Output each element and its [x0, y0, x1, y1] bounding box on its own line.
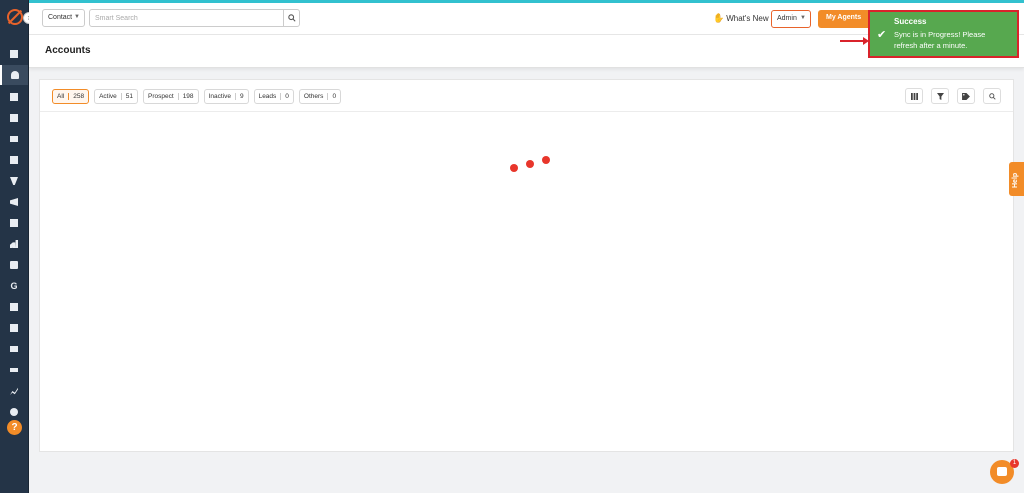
sidebar-item-notes[interactable] — [0, 213, 28, 233]
search-button[interactable] — [283, 9, 300, 27]
chevron-down-icon: ▼ — [800, 15, 806, 21]
toast-message: Sync is in Progress! Please refresh afte… — [894, 30, 986, 50]
sidebar-item-folders[interactable] — [0, 255, 28, 275]
tag-icon — [962, 92, 970, 100]
help-tab-label: Help — [1012, 172, 1019, 188]
status-filters: All 258 Active 51 Prospect 198 Inactive … — [52, 89, 342, 104]
google-icon: G — [10, 281, 18, 291]
funnel-icon — [936, 92, 944, 100]
filter-leads[interactable]: Leads 0 — [253, 89, 294, 104]
help-icon[interactable]: ? — [7, 420, 22, 435]
columns-button[interactable] — [905, 88, 923, 104]
whats-new-label: What's New — [726, 14, 769, 23]
sidebar-item-reports[interactable] — [0, 234, 28, 254]
chat-icon — [997, 467, 1007, 476]
sidebar-item-trends[interactable] — [0, 381, 28, 401]
sidebar-item-dashboard[interactable] — [0, 44, 28, 64]
columns-icon — [910, 92, 918, 100]
list-icon — [10, 136, 18, 142]
filter-prospect[interactable]: Prospect 198 — [143, 89, 199, 104]
sidebar-item-calendar[interactable] — [0, 318, 28, 338]
checkmark-icon: ✔ — [877, 29, 887, 41]
my-agents-label: My Agents — [826, 14, 862, 21]
filter-button[interactable] — [931, 88, 949, 104]
filter-label: Others — [303, 93, 324, 100]
search-type-value: Contact — [48, 14, 73, 21]
filter-others[interactable]: Others 0 — [298, 89, 342, 104]
filter-count: 9 — [234, 93, 248, 100]
role-select[interactable]: Admin ▼ — [771, 10, 811, 28]
search-icon — [287, 14, 296, 22]
dashboard-icon — [10, 50, 18, 58]
contact-card-icon — [10, 156, 18, 164]
sidebar-item-campaigns[interactable] — [0, 192, 28, 212]
sidebar-item-funnel[interactable] — [0, 171, 28, 191]
filter-all[interactable]: All 258 — [52, 89, 90, 104]
contacts-icon — [11, 71, 19, 79]
chart-bars-icon — [10, 240, 18, 248]
sidebar-item-google[interactable]: G — [0, 276, 28, 296]
sidebar-item-deals[interactable] — [0, 360, 28, 380]
spinner-dot — [542, 156, 550, 164]
filter-count: 51 — [120, 93, 137, 100]
megaphone-icon — [10, 198, 18, 206]
filter-active[interactable]: Active 51 — [94, 89, 139, 104]
filter-count: 258 — [68, 93, 88, 100]
search-icon — [988, 92, 996, 100]
trend-icon — [10, 387, 18, 395]
filter-label: All — [57, 93, 65, 100]
sidebar-item-mail[interactable] — [0, 339, 28, 359]
notes-icon — [10, 219, 18, 227]
sidebar-item-documents[interactable] — [0, 87, 28, 107]
sidebar-item-settings[interactable] — [0, 402, 28, 422]
spinner-dot — [510, 164, 518, 172]
sidebar: G ? — [0, 0, 29, 493]
filter-label: Inactive — [208, 93, 231, 100]
page-title: Accounts — [45, 45, 91, 56]
mail-icon — [10, 346, 18, 352]
bank-icon — [10, 114, 18, 122]
calendar-icon — [10, 324, 18, 332]
sidebar-item-contact-card[interactable] — [0, 150, 28, 170]
role-value: Admin — [777, 15, 797, 22]
chat-badge: 1 — [1010, 459, 1019, 468]
filter-inactive[interactable]: Inactive 9 — [203, 89, 249, 104]
filter-count: 0 — [280, 93, 293, 100]
filter-bar: All 258 Active 51 Prospect 198 Inactive … — [40, 80, 1013, 112]
sidebar-item-bank[interactable] — [0, 108, 28, 128]
hand-wave-icon: ✋ — [713, 13, 725, 23]
handshake-icon — [10, 368, 18, 372]
gear-icon — [10, 408, 18, 416]
sidebar-item-list[interactable] — [0, 129, 28, 149]
filter-count: 198 — [177, 93, 198, 100]
table-search-button[interactable] — [983, 88, 1001, 104]
search-type-select[interactable]: Contact ▼ — [42, 9, 85, 27]
toolbar — [905, 88, 1001, 104]
filter-label: Active — [99, 93, 117, 100]
chevron-down-icon: ▼ — [74, 14, 80, 20]
whats-new-link[interactable]: ✋ What's New — [713, 13, 769, 24]
funnel-icon — [10, 177, 18, 185]
smart-search-input[interactable] — [89, 9, 285, 27]
annotation-arrow — [840, 37, 869, 45]
success-toast[interactable]: ✔ Success Sync is in Progress! Please re… — [868, 10, 1019, 58]
calendar-grid-icon — [10, 303, 18, 311]
documents-icon — [10, 93, 18, 101]
toast-title: Success — [894, 17, 927, 26]
help-tab[interactable]: Help — [1009, 162, 1024, 196]
sidebar-item-calendar-grid[interactable] — [0, 297, 28, 317]
spinner-dot — [526, 160, 534, 168]
sidebar-item-contacts[interactable] — [0, 65, 28, 85]
filter-count: 0 — [327, 93, 340, 100]
app-logo[interactable] — [7, 9, 23, 25]
folder-icon — [10, 261, 18, 269]
tags-button[interactable] — [957, 88, 975, 104]
filter-label: Prospect — [148, 93, 174, 100]
filter-label: Leads — [258, 93, 277, 100]
accounts-panel: All 258 Active 51 Prospect 198 Inactive … — [39, 79, 1014, 452]
